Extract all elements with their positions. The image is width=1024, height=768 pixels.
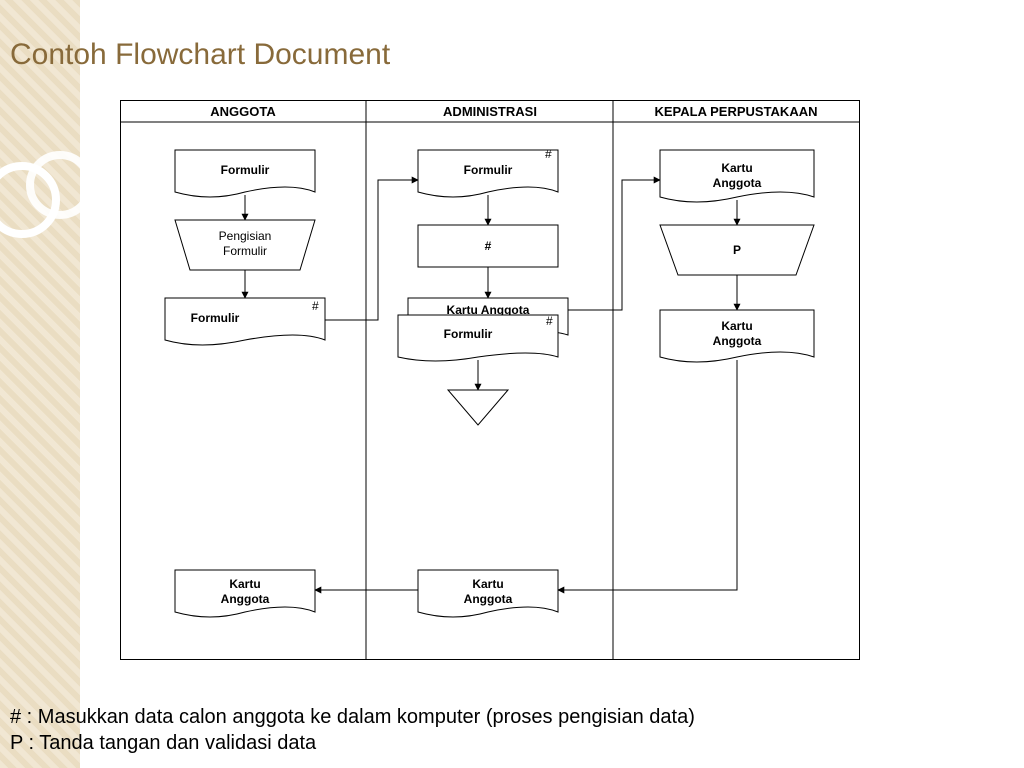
svg-text:#: # (312, 299, 319, 313)
svg-text:Kartu: Kartu (721, 319, 752, 333)
svg-text:Pengisian: Pengisian (219, 229, 272, 243)
svg-text:Formulir: Formulir (464, 163, 513, 177)
svg-text:Kartu: Kartu (721, 161, 752, 175)
svg-text:#: # (545, 147, 552, 161)
doc-anggota-kartu: Kartu Anggota (175, 570, 315, 617)
process-hash: # (418, 225, 558, 267)
decorative-sidebar (0, 0, 80, 768)
flowchart-diagram: ANGGOTA ADMINISTRASI KEPALA PERPUSTAKAAN… (120, 100, 860, 660)
doc-admin-kartu: Kartu Anggota (418, 570, 558, 617)
svg-text:Anggota: Anggota (221, 592, 270, 606)
svg-text:P: P (733, 243, 741, 257)
svg-text:Formulir: Formulir (223, 244, 267, 258)
svg-text:Anggota: Anggota (713, 334, 762, 348)
svg-text:Anggota: Anggota (713, 176, 762, 190)
legend: # : Masukkan data calon anggota ke dalam… (10, 704, 695, 756)
svg-text:Formulir: Formulir (191, 311, 240, 325)
svg-text:Kartu: Kartu (472, 577, 503, 591)
svg-text:Kartu: Kartu (229, 577, 260, 591)
doc-anggota-formulir-1: Formulir (175, 150, 315, 197)
legend-hash: # : Masukkan data calon anggota ke dalam… (10, 704, 695, 730)
manual-p: P (660, 225, 814, 275)
page-title: Contoh Flowchart Document (10, 38, 390, 72)
offpage-file (448, 390, 508, 425)
doc-stack-admin: Kartu Anggota Formulir # (398, 298, 568, 361)
legend-p: P : Tanda tangan dan validasi data (10, 730, 695, 756)
doc-kepala-kartu-1: Kartu Anggota (660, 150, 814, 202)
doc-anggota-formulir-2: Formulir # (165, 298, 325, 345)
svg-text:#: # (546, 314, 553, 328)
header-col2: ADMINISTRASI (443, 104, 537, 119)
doc-admin-formulir: Formulir # (418, 147, 558, 197)
decorative-circles (0, 140, 102, 265)
svg-text:#: # (485, 239, 492, 253)
doc-kepala-kartu-2: Kartu Anggota (660, 310, 814, 362)
svg-text:Formulir: Formulir (221, 163, 270, 177)
svg-text:Anggota: Anggota (464, 592, 513, 606)
header-col1: ANGGOTA (210, 104, 276, 119)
svg-text:Formulir: Formulir (444, 327, 493, 341)
manual-pengisian: Pengisian Formulir (175, 220, 315, 270)
header-col3: KEPALA PERPUSTAKAAN (655, 104, 818, 119)
